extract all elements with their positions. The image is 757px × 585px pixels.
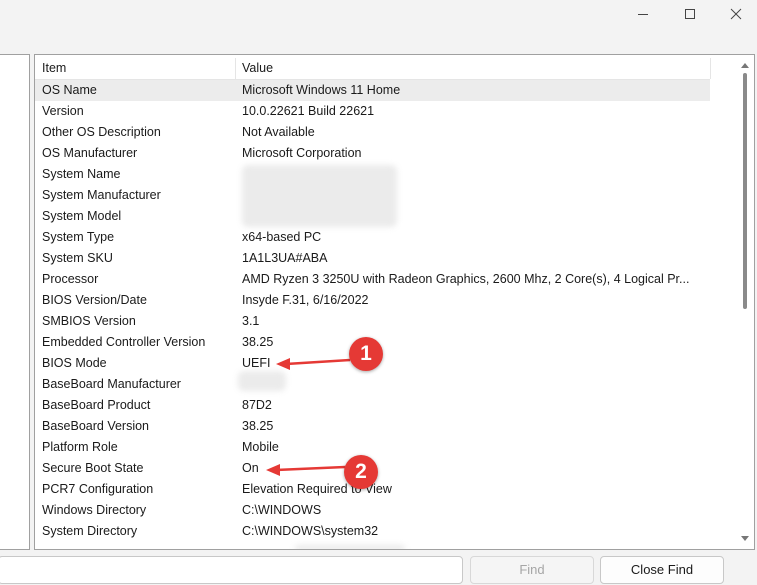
table-row[interactable]: BaseBoard Manufacturer bbox=[35, 374, 710, 395]
list-header: Item Value bbox=[35, 58, 711, 80]
find-input[interactable] bbox=[0, 556, 463, 584]
table-row[interactable]: Platform Role Mobile bbox=[35, 437, 710, 458]
table-row[interactable]: Processor AMD Ryzen 3 3250U with Radeon G… bbox=[35, 269, 710, 290]
value-cell: Microsoft Corporation bbox=[242, 146, 362, 160]
value-cell: x64-based PC bbox=[242, 230, 322, 244]
value-cell: Not Available bbox=[242, 125, 315, 139]
redacted-value-blur bbox=[295, 545, 405, 549]
scroll-down-arrow-icon[interactable] bbox=[741, 536, 749, 541]
item-cell: System Type bbox=[42, 230, 115, 244]
column-divider[interactable] bbox=[710, 58, 711, 79]
table-row[interactable]: BaseBoard Product 87D2 bbox=[35, 395, 710, 416]
item-cell: Embedded Controller Version bbox=[42, 335, 206, 349]
redacted-value-blur bbox=[242, 165, 397, 227]
value-cell: Insyde F.31, 6/16/2022 bbox=[242, 293, 369, 307]
column-header-item[interactable]: Item bbox=[35, 58, 235, 79]
item-cell: BIOS Version/Date bbox=[42, 293, 147, 307]
annotation-badge-2: 2 bbox=[344, 455, 378, 489]
minimize-button[interactable] bbox=[620, 0, 666, 28]
annotation-badge-1: 1 bbox=[349, 337, 383, 371]
category-tree-pane[interactable] bbox=[0, 54, 30, 550]
item-cell: Windows Directory bbox=[42, 503, 147, 517]
item-cell: OS Name bbox=[42, 83, 97, 97]
item-cell: BaseBoard Version bbox=[42, 419, 150, 433]
item-cell: OS Manufacturer bbox=[42, 146, 138, 160]
value-cell: 10.0.22621 Build 22621 bbox=[242, 104, 375, 118]
table-row[interactable]: SMBIOS Version 3.1 bbox=[35, 311, 710, 332]
value-cell: 38.25 bbox=[242, 419, 274, 433]
table-row[interactable]: Other OS Description Not Available bbox=[35, 122, 710, 143]
minimize-icon bbox=[638, 14, 648, 15]
table-row[interactable]: BaseBoard Version 38.25 bbox=[35, 416, 710, 437]
value-cell: 3.1 bbox=[242, 314, 260, 328]
close-window-button[interactable] bbox=[713, 0, 757, 28]
item-cell: Secure Boot State bbox=[42, 461, 144, 475]
close-icon bbox=[730, 8, 742, 20]
value-cell: 87D2 bbox=[242, 398, 272, 412]
item-cell: System Manufacturer bbox=[42, 188, 161, 202]
item-cell: BaseBoard Product bbox=[42, 398, 151, 412]
maximize-button[interactable] bbox=[667, 0, 713, 28]
table-row[interactable]: OS Name Microsoft Windows 11 Home bbox=[35, 80, 710, 101]
title-bar bbox=[0, 0, 757, 28]
value-cell: C:\WINDOWS bbox=[242, 503, 322, 517]
table-row[interactable]: OS Manufacturer Microsoft Corporation bbox=[35, 143, 710, 164]
system-summary-pane: Item Value OS Name Microsoft Windows 11 H… bbox=[34, 54, 755, 550]
value-cell: 38.25 bbox=[242, 335, 274, 349]
item-cell: System Name bbox=[42, 167, 121, 181]
item-cell: Version bbox=[42, 104, 84, 118]
item-cell: BaseBoard Manufacturer bbox=[42, 377, 181, 391]
value-cell: C:\WINDOWS\system32 bbox=[242, 524, 379, 538]
item-cell: PCR7 Configuration bbox=[42, 482, 154, 496]
redacted-value-blur bbox=[238, 371, 286, 391]
table-row[interactable]: System SKU 1A1L3UA#ABA bbox=[35, 248, 710, 269]
value-cell: Mobile bbox=[242, 440, 279, 454]
item-cell: System Model bbox=[42, 209, 122, 223]
value-cell: Microsoft Windows 11 Home bbox=[242, 83, 401, 97]
table-row[interactable]: System Type x64-based PC bbox=[35, 227, 710, 248]
table-row[interactable]: Version 10.0.22621 Build 22621 bbox=[35, 101, 710, 122]
item-cell: Platform Role bbox=[42, 440, 118, 454]
find-button[interactable]: Find bbox=[470, 556, 594, 584]
close-find-button[interactable]: Close Find bbox=[600, 556, 724, 584]
item-cell: BIOS Mode bbox=[42, 356, 107, 370]
scrollbar-thumb[interactable] bbox=[743, 73, 747, 309]
value-cell: On bbox=[242, 461, 259, 475]
column-header-value[interactable]: Value bbox=[235, 58, 710, 79]
value-cell: AMD Ryzen 3 3250U with Radeon Graphics, … bbox=[242, 272, 690, 286]
maximize-icon bbox=[685, 9, 695, 19]
table-row[interactable]: System Directory C:\WINDOWS\system32 bbox=[35, 521, 710, 542]
item-cell: System Directory bbox=[42, 524, 138, 538]
item-cell: Other OS Description bbox=[42, 125, 161, 139]
value-cell: 1A1L3UA#ABA bbox=[242, 251, 328, 265]
item-cell: Processor bbox=[42, 272, 99, 286]
table-row[interactable]: BIOS Version/Date Insyde F.31, 6/16/2022 bbox=[35, 290, 710, 311]
item-cell: System SKU bbox=[42, 251, 113, 265]
table-row[interactable]: Windows Directory C:\WINDOWS bbox=[35, 500, 710, 521]
scroll-up-arrow-icon[interactable] bbox=[741, 63, 749, 68]
vertical-scrollbar[interactable] bbox=[736, 55, 754, 549]
item-cell: SMBIOS Version bbox=[42, 314, 136, 328]
